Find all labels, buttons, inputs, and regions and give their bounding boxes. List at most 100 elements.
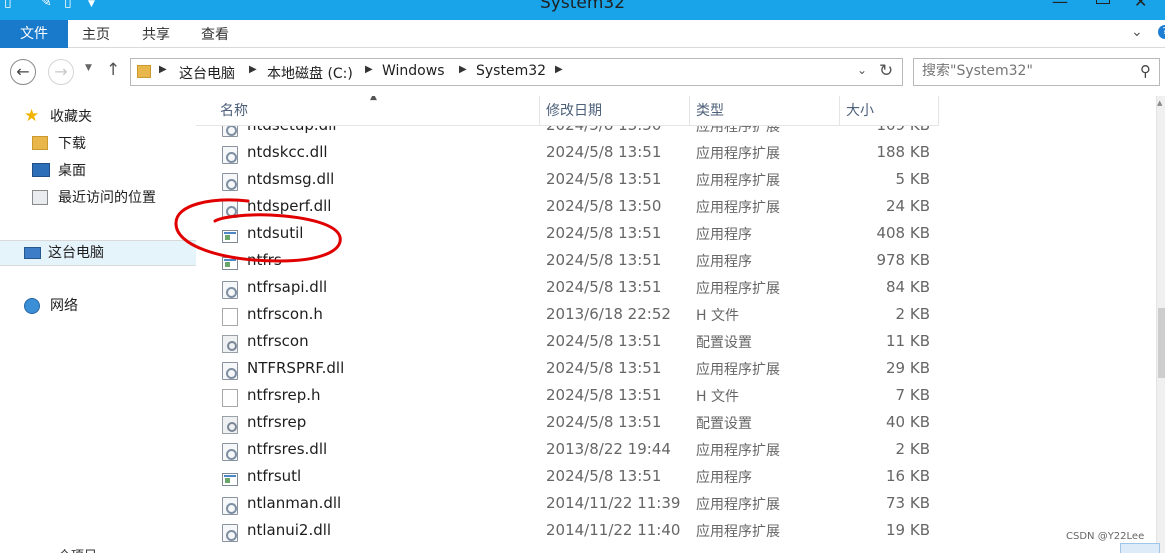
file-size: 2 KB: [895, 305, 930, 323]
breadcrumb-separator-icon[interactable]: ▶: [159, 64, 167, 75]
file-row[interactable]: ntdskcc.dll 2024/5/8 13:51 应用程序扩展 188 KB: [196, 140, 956, 167]
file-type: 应用程序: [696, 227, 752, 243]
breadcrumb-system32[interactable]: System32: [476, 63, 546, 79]
dll-icon: [222, 497, 238, 515]
address-bar[interactable]: ▶ 这台电脑 ▶ 本地磁盘 (C:) ▶ Windows ▶ System32 …: [130, 58, 903, 86]
search-icon[interactable]: ⚲: [1140, 62, 1151, 80]
view-toggle-icons[interactable]: [1120, 543, 1160, 553]
nav-item-label: 网络: [50, 298, 78, 314]
file-row[interactable]: ntfrsapi.dll 2024/5/8 13:51 应用程序扩展 84 KB: [196, 275, 956, 302]
breadcrumb-separator-icon[interactable]: ▶: [555, 64, 563, 75]
file-size: 19 KB: [886, 521, 930, 539]
file-date: 2024/5/8 13:51: [546, 143, 662, 161]
breadcrumb-c-drive[interactable]: 本地磁盘 (C:): [267, 63, 353, 83]
file-row[interactable]: ntlanman.dll 2014/11/22 11:39 应用程序扩展 73 KB: [196, 491, 956, 518]
forward-button[interactable]: →: [48, 59, 74, 85]
close-button[interactable]: ✕: [1134, 0, 1147, 11]
vertical-scrollbar[interactable]: ▲: [1156, 96, 1165, 553]
file-name: ntdsperf.dll: [247, 197, 332, 215]
up-one-level-button[interactable]: ↑: [106, 60, 120, 80]
file-type: 应用程序扩展: [696, 173, 780, 189]
file-name: ntdskcc.dll: [247, 143, 328, 161]
nav-item-favorites[interactable]: ★ 收藏夹: [24, 105, 184, 129]
file-row[interactable]: ntfrsres.dll 2013/8/22 19:44 应用程序扩展 2 KB: [196, 437, 956, 464]
star-icon: ★: [24, 106, 40, 126]
dll-icon: [222, 281, 238, 299]
file-row[interactable]: ntdsmsg.dll 2024/5/8 13:51 应用程序扩展 5 KB: [196, 167, 956, 194]
maximize-button[interactable]: [1096, 0, 1110, 4]
expand-ribbon-chevron-icon[interactable]: ⌄: [1131, 24, 1143, 40]
breadcrumb-separator-icon[interactable]: ▶: [249, 64, 257, 75]
file-date: 2024/5/8 13:51: [546, 224, 662, 242]
dll-icon: [222, 443, 238, 461]
file-row[interactable]: ntfrscon 2024/5/8 13:51 配置设置 11 KB: [196, 329, 956, 356]
file-date: 2024/5/8 13:51: [546, 170, 662, 188]
file-date: 2024/5/8 13:51: [546, 278, 662, 296]
column-header-size[interactable]: 大小: [840, 96, 939, 126]
ribbon-tabs: 文件 主页 共享 查看 ⌄ ?: [0, 20, 1165, 48]
file-row[interactable]: ntfrs 2024/5/8 13:51 应用程序 978 KB: [196, 248, 956, 275]
nav-item-network[interactable]: 网络: [24, 294, 174, 318]
file-row[interactable]: ntfrscon.h 2013/6/18 22:52 H 文件 2 KB: [196, 302, 956, 329]
dll-icon: [222, 146, 238, 164]
status-item-count: 个项目: [58, 545, 97, 553]
column-header: ▲ 名称 修改日期 类型 大小: [196, 96, 939, 126]
nav-item-recent[interactable]: 最近访问的位置: [32, 186, 192, 210]
file-size: 188 KB: [876, 143, 930, 161]
nav-item-label: 下载: [58, 136, 86, 152]
file-date: 2024/5/8 13:51: [546, 386, 662, 404]
file-row[interactable]: ntlanui2.dll 2014/11/22 11:40 应用程序扩展 19 KB: [196, 518, 956, 545]
file-type: 应用程序: [696, 254, 752, 270]
file-row[interactable]: ntdsutil 2024/5/8 13:51 应用程序 408 KB: [196, 221, 956, 248]
watermark: CSDN @Y22Lee: [1066, 531, 1145, 542]
breadcrumb-thispc[interactable]: 这台电脑: [179, 63, 235, 83]
refresh-icon[interactable]: ↻: [879, 61, 893, 81]
search-input[interactable]: [922, 63, 1122, 79]
file-size: 2 KB: [895, 440, 930, 458]
file-type: 应用程序扩展: [696, 497, 780, 513]
navigation-bar: ← → ▼ ↑ ▶ 这台电脑 ▶ 本地磁盘 (C:) ▶ Windows ▶ S…: [0, 48, 1165, 96]
nav-item-label: 这台电脑: [48, 245, 104, 261]
column-header-date[interactable]: 修改日期: [540, 96, 690, 126]
network-icon: [24, 298, 40, 314]
address-history-chevron-icon[interactable]: ⌄: [857, 63, 867, 77]
breadcrumb-separator-icon[interactable]: ▶: [365, 64, 373, 75]
file-size: 978 KB: [876, 251, 930, 269]
config-icon: [222, 416, 238, 434]
dll-icon: [222, 524, 238, 542]
column-header-type[interactable]: 类型: [690, 96, 840, 126]
exe-icon: [222, 473, 238, 486]
minimize-button[interactable]: —: [1052, 0, 1068, 11]
scroll-up-arrow-icon[interactable]: ▲: [1157, 99, 1162, 107]
breadcrumb-separator-icon[interactable]: ▶: [459, 64, 467, 75]
scrollbar-thumb[interactable]: [1158, 308, 1165, 378]
back-button[interactable]: ←: [10, 59, 36, 85]
file-name: ntfrsrep.h: [247, 386, 321, 404]
nav-item-desktop[interactable]: 桌面: [32, 159, 182, 183]
nav-item-thispc[interactable]: 这台电脑: [0, 240, 196, 266]
file-date: 2014/11/22 11:40: [546, 521, 681, 539]
nav-item-downloads[interactable]: 下载: [32, 132, 182, 156]
file-row[interactable]: ntfrsutl 2024/5/8 13:51 应用程序 16 KB: [196, 464, 956, 491]
navigation-pane: ★ 收藏夹 下载 桌面 最近访问的位置 这台电脑 网络: [0, 96, 196, 553]
file-size: 40 KB: [886, 413, 930, 431]
help-icon[interactable]: ?: [1158, 25, 1165, 39]
file-type: 配置设置: [696, 335, 752, 351]
tab-share[interactable]: 共享: [142, 20, 170, 48]
column-header-name[interactable]: 名称: [214, 96, 540, 126]
file-date: 2014/11/22 11:39: [546, 494, 681, 512]
file-size: 5 KB: [895, 170, 930, 188]
search-box[interactable]: ⚲: [913, 58, 1160, 86]
file-row[interactable]: ntdsperf.dll 2024/5/8 13:50 应用程序扩展 24 KB: [196, 194, 956, 221]
file-row[interactable]: NTFRSPRF.dll 2024/5/8 13:51 应用程序扩展 29 KB: [196, 356, 956, 383]
recent-locations-dropdown-icon[interactable]: ▼: [85, 63, 92, 73]
tab-home[interactable]: 主页: [82, 20, 110, 48]
file-type: 应用程序扩展: [696, 524, 780, 540]
file-row[interactable]: ntfrsrep.h 2024/5/8 13:51 H 文件 7 KB: [196, 383, 956, 410]
window-title: System32: [539, 0, 626, 13]
file-row[interactable]: ntfrsrep 2024/5/8 13:51 配置设置 40 KB: [196, 410, 956, 437]
file-type: 应用程序: [696, 470, 752, 486]
tab-file[interactable]: 文件: [0, 20, 68, 48]
tab-view[interactable]: 查看: [201, 20, 229, 48]
breadcrumb-windows[interactable]: Windows: [382, 63, 445, 79]
